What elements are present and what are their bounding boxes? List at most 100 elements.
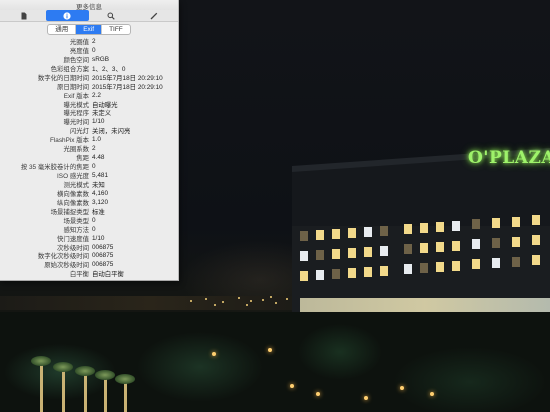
palm-trunk (40, 362, 43, 412)
palm-trunk (124, 380, 127, 412)
lit-window (420, 223, 428, 233)
exif-key: 闪光灯 (69, 128, 89, 136)
lit-window (436, 242, 444, 252)
city-light (222, 301, 224, 303)
tab-tiff[interactable]: TIFF (102, 25, 130, 34)
lit-window (364, 227, 372, 237)
exif-key: FlashPix 版本 (49, 137, 89, 145)
city-light (250, 300, 252, 302)
tab-exif[interactable]: Exif (76, 24, 103, 34)
exif-value: 0 (92, 163, 96, 171)
city-light (190, 300, 192, 302)
exif-row: 感知方法 0 (0, 225, 178, 234)
lit-window (380, 266, 388, 276)
info-icon (63, 11, 71, 20)
lit-window (364, 267, 372, 277)
tab-general[interactable]: 通用 (48, 24, 77, 34)
exif-row: 色彩组合方案 1、2、3、0 (0, 64, 178, 73)
lit-window (492, 258, 500, 268)
exif-property-list: 光圈值 2 亮度值 0 颜色空间 sRGB 色彩组合方案 1、2、3、0 数字化的日期时间 201… (0, 36, 178, 278)
lit-window (348, 248, 356, 258)
document-icon (21, 12, 27, 19)
exif-key: 感知方法 (63, 226, 89, 234)
exif-value: 标准 (92, 208, 105, 216)
info-window[interactable]: 更多信息 通用 Exif TIFF 光圈值 2 亮度值 0 颜色空间 sRGB … (0, 0, 179, 281)
lit-window (348, 268, 356, 278)
exif-key: 纵向像素数 (57, 199, 89, 207)
lit-window (316, 230, 324, 240)
exif-row: 横向像素数 4,160 (0, 189, 178, 198)
exif-key: 色彩组合方案 (50, 65, 89, 73)
title-bar[interactable]: 更多信息 (0, 0, 178, 11)
city-light (246, 304, 248, 306)
palm-trunk (104, 376, 107, 412)
exif-row: 曝光时间 1/10 (0, 117, 178, 126)
exif-key: 原日期时间 (57, 83, 89, 91)
search-button[interactable] (89, 10, 133, 21)
exif-value: 未定义 (92, 110, 112, 118)
exif-value: 1/10 (92, 234, 105, 242)
city-light (262, 299, 264, 301)
exif-row: Exif 版本 2.2 (0, 91, 178, 100)
hotel-lobby-lights (300, 298, 550, 312)
inspector-toolbar (0, 10, 178, 22)
lit-window (492, 218, 500, 228)
exif-row: 纵向像素数 3,120 (0, 198, 178, 207)
exif-key: 光圈系数 (63, 146, 89, 154)
exif-row: 数字化的日期时间 2015年7月18日 20:29:10 (0, 73, 178, 82)
exif-value: 1.0 (92, 136, 101, 144)
exif-key: 数字化次秒级时间 (37, 253, 89, 261)
lit-window (452, 241, 460, 251)
lit-window (332, 249, 340, 259)
exif-row: 焦距 4.48 (0, 153, 178, 162)
exif-value: 2.2 (92, 91, 101, 99)
exif-row: 颜色空间 sRGB (0, 55, 178, 64)
exif-value: 自动曝光 (92, 101, 118, 109)
lit-window (404, 244, 412, 254)
lit-window (532, 215, 540, 225)
exif-row: 按 35 毫米胶卷计的焦距 0 (0, 162, 178, 171)
lit-window (452, 221, 460, 231)
more-info-button[interactable] (45, 10, 89, 21)
exif-value: 关闭，未闪亮 (92, 128, 131, 136)
exif-row: 亮度值 0 (0, 46, 178, 55)
exif-value: 006875 (92, 252, 114, 260)
lit-window (532, 235, 540, 245)
lamp-light (212, 352, 216, 356)
exif-key: 场景捕捉类型 (50, 208, 89, 216)
exif-value: 1、2、3、0 (92, 65, 126, 73)
lit-window (436, 262, 444, 272)
exif-row: 光圈值 2 (0, 37, 178, 46)
lit-window (300, 271, 308, 281)
exif-key: 曝光程序 (63, 110, 89, 118)
lit-window (472, 239, 480, 249)
exif-value: sRGB (92, 55, 110, 63)
lamp-light (430, 392, 434, 396)
lit-window (420, 263, 428, 273)
lamp-light (364, 396, 368, 400)
lit-window (532, 255, 540, 265)
segmented-control: 通用 Exif TIFF (47, 23, 131, 35)
exif-value: 0 (92, 225, 96, 233)
exif-value: 4,160 (92, 189, 108, 197)
lit-window (380, 246, 388, 256)
palm-crown (75, 366, 95, 376)
lamp-light (316, 392, 320, 396)
exif-value: 2 (92, 37, 96, 45)
exif-row: 白平衡 自动白平衡 (0, 269, 178, 278)
exif-row: 场景捕捉类型 标准 (0, 207, 178, 216)
palm-trunk (62, 368, 65, 412)
annotate-button[interactable] (133, 10, 177, 21)
general-info-button[interactable] (2, 10, 46, 21)
exif-value: 1/10 (92, 118, 105, 126)
exif-row: 场景类型 0 (0, 216, 178, 225)
exif-key: 白平衡 (69, 271, 89, 279)
lamp-light (268, 348, 272, 352)
lit-window (300, 251, 308, 261)
lit-window (332, 229, 340, 239)
exif-value: 0 (92, 216, 96, 224)
exif-key: 横向像素数 (57, 190, 89, 198)
exif-row: 曝光程序 未定义 (0, 109, 178, 118)
exif-value: 006875 (92, 261, 114, 269)
lit-window (364, 247, 372, 257)
